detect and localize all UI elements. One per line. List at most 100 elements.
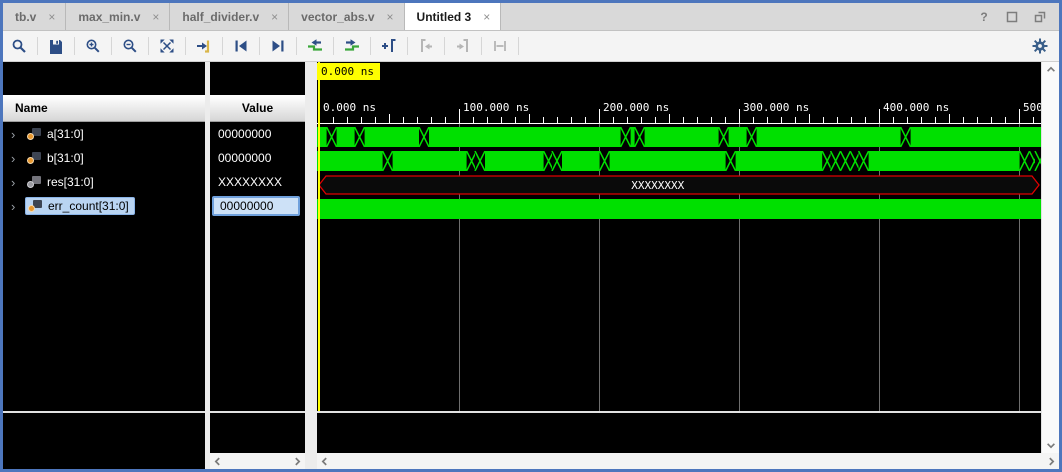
wave-toolbar-buttons — [9, 36, 527, 56]
ruler-baseline — [317, 123, 1041, 124]
zoom-fit-icon — [159, 38, 175, 54]
tab-vector-abs-v[interactable]: vector_abs.v× — [289, 3, 404, 30]
toolbar-separator — [481, 37, 482, 55]
save-icon — [48, 38, 64, 54]
signal-value-rows: 0000000000000000XXXXXXXX00000000 — [210, 122, 305, 218]
help-icon[interactable]: ? — [977, 10, 991, 24]
expand-chevron-icon[interactable]: › — [11, 176, 25, 189]
scroll-up-arrow-icon[interactable] — [1046, 65, 1056, 74]
scroll-left-arrow-icon[interactable] — [320, 457, 329, 466]
scroll-right-arrow-icon[interactable] — [293, 457, 302, 466]
ruler-time-label: 0.000 ns — [323, 101, 376, 114]
find-button[interactable] — [9, 36, 29, 56]
zoom-to-cursor-button[interactable] — [194, 36, 214, 56]
ruler-tick — [991, 117, 992, 123]
ruler-tick — [865, 117, 866, 123]
value-hscrollbar[interactable] — [210, 453, 305, 469]
ruler-tick — [571, 117, 572, 123]
tab-close-icon[interactable]: × — [483, 11, 490, 23]
add-marker-button[interactable] — [379, 36, 399, 56]
maximize-icon[interactable] — [1005, 10, 1019, 24]
save-button[interactable] — [46, 36, 66, 56]
signal-row-b[interactable]: ›b[31:0] — [3, 146, 205, 170]
cursor-time-label: 0.000 ns — [321, 65, 374, 78]
signal-value-a[interactable]: 00000000 — [210, 122, 305, 146]
ruler-tick — [753, 117, 754, 123]
tab-close-icon[interactable]: × — [387, 11, 394, 23]
previous-transition-icon — [233, 38, 249, 54]
zoom-in-button[interactable] — [83, 36, 103, 56]
find-icon — [11, 38, 27, 54]
toolbar-separator — [407, 37, 408, 55]
signal-value-b[interactable]: 00000000 — [210, 146, 305, 170]
swap-cursors-button — [490, 36, 510, 56]
toolbar-separator — [370, 37, 371, 55]
ruler-tick — [361, 117, 362, 123]
ruler-tick — [403, 117, 404, 123]
signal-value-err-count[interactable]: 00000000 — [210, 194, 305, 218]
scroll-right-arrow-icon[interactable] — [1047, 457, 1056, 466]
toolbar-separator — [259, 37, 260, 55]
go-to-time-zero-button[interactable] — [305, 36, 325, 56]
previous-transition-button[interactable] — [231, 36, 251, 56]
scroll-down-arrow-icon[interactable] — [1046, 441, 1056, 450]
tab-close-icon[interactable]: × — [152, 11, 159, 23]
signal-row-res[interactable]: ›res[31:0] — [3, 170, 205, 194]
value-wave-splitter[interactable] — [305, 62, 317, 469]
tab-label: Untitled 3 — [417, 10, 472, 24]
zoom-out-button[interactable] — [120, 36, 140, 56]
ruler-tick — [669, 114, 670, 123]
scroll-left-arrow-icon[interactable] — [213, 457, 222, 466]
ruler-tick — [781, 117, 782, 123]
tab-half-divider-v[interactable]: half_divider.v× — [170, 3, 289, 30]
next-transition-button[interactable] — [268, 36, 288, 56]
panel-footer — [317, 413, 1041, 453]
expand-chevron-icon[interactable]: › — [11, 152, 25, 165]
ruler-time-label: 300.000 ns — [743, 101, 809, 114]
tab-label: max_min.v — [78, 10, 140, 24]
panel-footer — [210, 413, 305, 453]
wave-vscrollbar[interactable] — [1041, 62, 1059, 453]
bus-signal-icon — [27, 176, 41, 188]
wave-row-err-count[interactable] — [317, 199, 1041, 219]
go-to-last-time-button[interactable] — [342, 36, 362, 56]
ruler-tick — [487, 117, 488, 123]
time-cursor-line[interactable] — [318, 62, 320, 411]
previous-marker-icon — [418, 38, 434, 54]
signal-row-a[interactable]: ›a[31:0] — [3, 122, 205, 146]
ruler-tick — [1005, 117, 1006, 123]
float-window-icon[interactable] — [1033, 10, 1047, 24]
add-marker-icon — [381, 38, 397, 54]
tab-close-icon[interactable]: × — [271, 11, 278, 23]
wave-canvas[interactable]: 0.000 ns100.000 ns200.000 ns300.000 ns40… — [317, 62, 1041, 411]
ruler-tick — [375, 117, 376, 123]
ruler-tick — [389, 114, 390, 123]
ruler-tick — [627, 117, 628, 123]
signal-row-err-count[interactable]: ›err_count[31:0] — [3, 194, 205, 218]
go-to-time-zero-icon — [307, 38, 323, 54]
wave-hscrollbar[interactable] — [317, 453, 1059, 469]
wave-row-res[interactable]: XXXXXXXX — [317, 175, 1041, 195]
tab-untitled-3[interactable]: Untitled 3 × — [405, 3, 502, 30]
toolbar-separator — [37, 37, 38, 55]
zoom-fit-button[interactable] — [157, 36, 177, 56]
value-header-label: Value — [242, 101, 273, 115]
expand-chevron-icon[interactable]: › — [11, 200, 25, 213]
signal-value-text: 00000000 — [212, 196, 300, 216]
ruler-tick — [739, 109, 740, 123]
name-column-header: Name — [3, 95, 205, 122]
settings-gear-button[interactable] — [1030, 36, 1050, 56]
ruler-tick — [795, 117, 796, 123]
tab-close-icon[interactable]: × — [48, 11, 55, 23]
wave-row-svg — [317, 151, 1041, 171]
toolbar-separator — [148, 37, 149, 55]
wave-row-svg — [317, 127, 1041, 147]
tab-tb-v[interactable]: tb.v× — [3, 3, 66, 30]
signal-value-res[interactable]: XXXXXXXX — [210, 170, 305, 194]
ruler-tick — [347, 117, 348, 123]
wave-row-a[interactable] — [317, 127, 1041, 147]
signal-value-text: XXXXXXXX — [218, 176, 282, 188]
wave-row-b[interactable] — [317, 151, 1041, 171]
tab-max-min-v[interactable]: max_min.v × — [66, 3, 170, 30]
expand-chevron-icon[interactable]: › — [11, 128, 25, 141]
